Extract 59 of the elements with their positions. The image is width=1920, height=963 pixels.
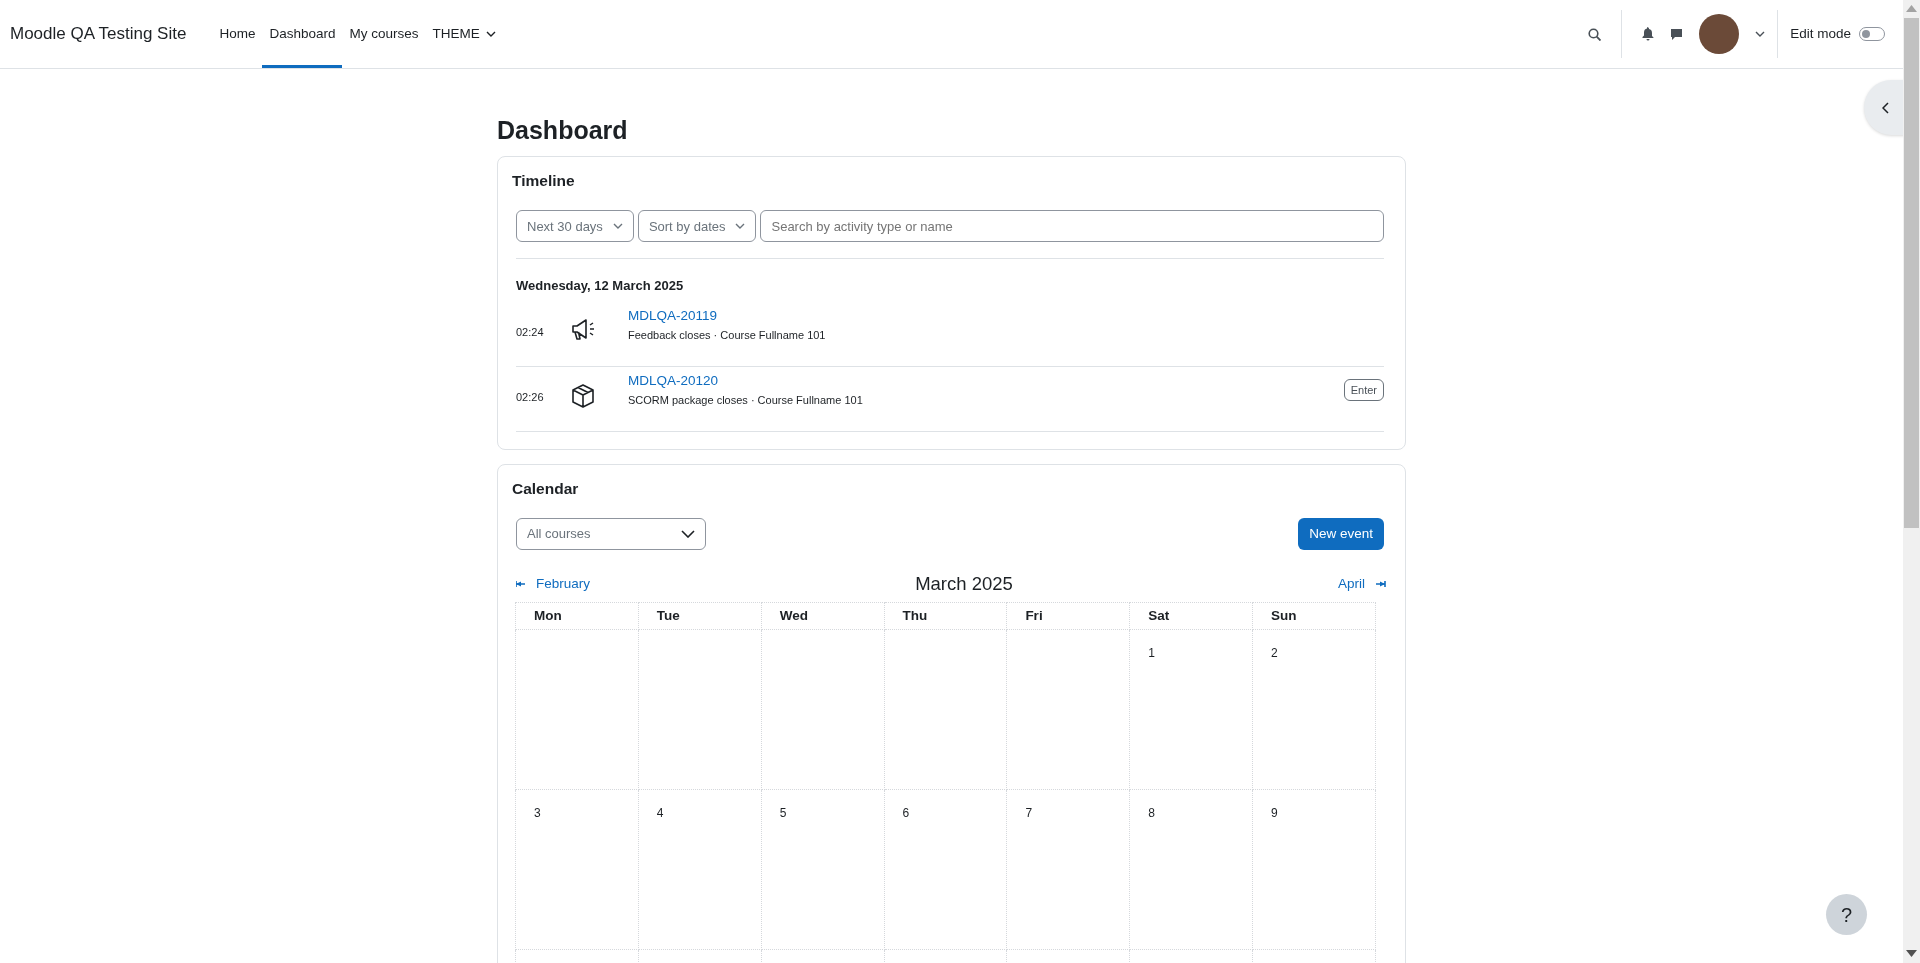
- day-number: 4: [656, 806, 664, 821]
- weekday-header: Sun: [1252, 602, 1376, 630]
- page-title: Dashboard: [497, 115, 629, 145]
- event-link[interactable]: MDLQA-20119: [628, 308, 718, 324]
- theme-menu[interactable]: THEME: [425, 0, 503, 68]
- help-button[interactable]: ?: [1826, 894, 1867, 935]
- filter-dropdown[interactable]: Sort by dates: [637, 210, 757, 243]
- arrow-right-icon: [1375, 580, 1386, 589]
- day-number: 3: [534, 806, 541, 821]
- nav-link[interactable]: Home: [212, 0, 263, 68]
- arrow-left-icon: [516, 580, 526, 589]
- edit-mode-label: Edit mode: [1790, 24, 1851, 43]
- new-event-button[interactable]: New event: [1298, 518, 1384, 551]
- drawer-toggle-button[interactable]: [1864, 80, 1903, 135]
- day-number: 2: [1271, 646, 1278, 661]
- weekday-header: Sat: [1129, 602, 1253, 630]
- next-month-link[interactable]: April: [1338, 574, 1386, 595]
- event-link[interactable]: MDLQA-20120: [628, 373, 719, 389]
- box-icon: [570, 382, 596, 409]
- nav-link[interactable]: Dashboard: [262, 0, 343, 68]
- event-time: 02:26: [516, 389, 545, 405]
- search-icon[interactable]: [1588, 27, 1602, 41]
- weekday-header: Mon: [515, 602, 639, 630]
- date-heading: Wednesday, 12 March 2025: [516, 277, 685, 296]
- site-name: Moodle QA Testing Site: [10, 23, 187, 46]
- card-title: Timeline: [512, 171, 576, 191]
- card-title: Calendar: [512, 478, 580, 499]
- event-time: 02:24: [516, 324, 545, 340]
- day-number: 1: [1148, 646, 1155, 661]
- day-number: 7: [1025, 806, 1033, 821]
- caret-icon: [1755, 31, 1766, 37]
- event-detail: Feedback closes · Course Fullname 101: [628, 327, 827, 343]
- chevron-left-icon: [1881, 101, 1890, 114]
- weekday-header: Fri: [1006, 602, 1130, 630]
- caret-icon: [735, 223, 746, 230]
- caret-icon: [485, 31, 496, 37]
- day-number: 9: [1271, 806, 1278, 821]
- caret-icon: [612, 223, 623, 230]
- weekday-header: Thu: [884, 602, 1007, 630]
- day-number: 8: [1148, 806, 1155, 821]
- caret-icon: [681, 530, 695, 539]
- weekday-header: Wed: [761, 602, 885, 630]
- day-number: 5: [779, 806, 787, 821]
- avatar: [1699, 14, 1740, 54]
- previous-month-link[interactable]: February: [516, 574, 591, 595]
- scrollbar[interactable]: [1903, 0, 1920, 963]
- course-filter-dropdown[interactable]: All courses: [516, 518, 706, 551]
- bell-icon[interactable]: [1642, 27, 1655, 41]
- scrollbar-thumb[interactable]: [1904, 18, 1919, 528]
- search-field[interactable]: Search by activity type or name: [760, 210, 1384, 243]
- scroll-down-icon[interactable]: [1906, 950, 1917, 957]
- event-detail: SCORM package closes · Course Fullname 101: [628, 392, 864, 408]
- day-number: 6: [902, 806, 910, 821]
- month-title: March 2025: [915, 572, 1013, 597]
- weekday-header: Tue: [638, 602, 762, 630]
- nav-link[interactable]: My courses: [342, 0, 426, 68]
- filter-dropdown[interactable]: Next 30 days: [516, 210, 634, 243]
- enter-button[interactable]: Enter: [1343, 378, 1384, 402]
- chat-icon[interactable]: [1670, 28, 1684, 40]
